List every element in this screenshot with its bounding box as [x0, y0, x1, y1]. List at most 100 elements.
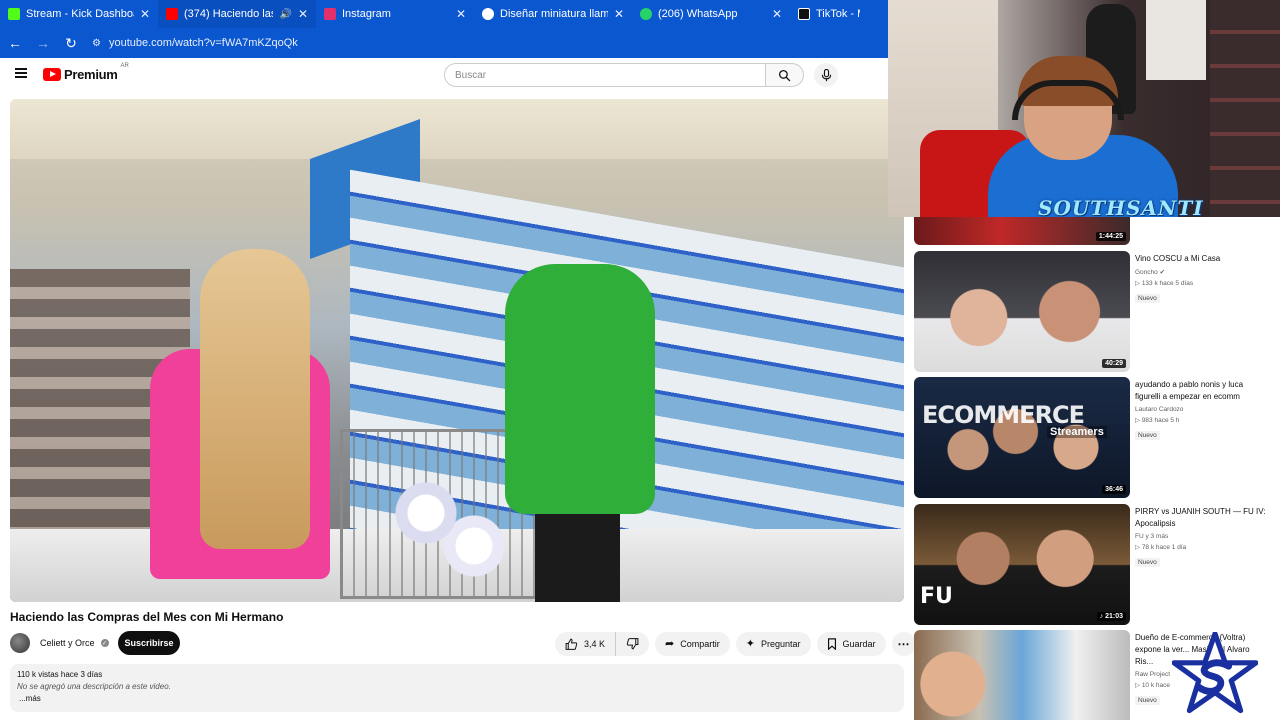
share-label: Compartir: [680, 639, 720, 649]
like-count: 3,4 K: [584, 639, 606, 649]
recommendation-item[interactable]: ECOMMERCE Streamers 36:46 ayudando a pab…: [914, 377, 1274, 498]
search-bar: Buscar: [444, 63, 804, 87]
save-button[interactable]: Guardar: [816, 632, 886, 656]
back-icon[interactable]: ←: [8, 35, 22, 51]
video-scene: [505, 264, 655, 514]
description-text: No se agregó una descripción a este vide…: [17, 682, 171, 691]
bookmark-icon: [827, 638, 836, 650]
recommendation-thumbnail[interactable]: FU ♪ 21:03: [914, 504, 1130, 625]
youtube-logo[interactable]: Premium AR: [43, 63, 129, 82]
show-more-link[interactable]: ...más: [19, 694, 897, 703]
playlist-icon: ▷: [1135, 544, 1142, 551]
description-box[interactable]: 110 k vistas hace 3 días No se agregó un…: [10, 664, 904, 712]
thumbnail-text: FU: [920, 584, 953, 609]
thumbs-down-icon: [626, 638, 639, 650]
tab-whatsapp[interactable]: (206) WhatsApp ✕: [632, 0, 790, 28]
tab-tiktok[interactable]: TikTok - Mak: [790, 0, 868, 28]
ask-button[interactable]: ✦ Preguntar: [735, 632, 811, 656]
sparkle-icon: ✦: [745, 637, 755, 650]
view-count: 110 k vistas hace 3 días: [17, 670, 103, 679]
recommendation-thumbnail[interactable]: 1:44:25: [914, 217, 1130, 245]
video-scene: [10, 99, 904, 159]
share-icon: ➦: [665, 637, 675, 650]
recommendation-item[interactable]: 40:29 Vino COSCU a Mi Casa Goncho ✔ ▷ 13…: [914, 251, 1274, 372]
save-label: Guardar: [842, 639, 876, 649]
recommendation-item[interactable]: FU ♪ 21:03 PIRRY vs JUANIH SOUTH — FU IV…: [914, 504, 1274, 625]
close-icon[interactable]: ✕: [772, 7, 782, 21]
more-icon: ⋯: [897, 637, 910, 651]
video-duration: 40:29: [1102, 359, 1126, 368]
video-scene: [200, 249, 310, 549]
speaker-icon[interactable]: 🔊: [279, 9, 291, 20]
tab-label: (206) WhatsApp: [658, 8, 738, 20]
share-button[interactable]: ➦ Compartir: [655, 632, 730, 656]
thumbs-up-icon: [565, 638, 578, 650]
voice-search-button[interactable]: [814, 63, 838, 87]
dislike-button[interactable]: [616, 632, 649, 656]
verified-icon: ✔: [1159, 269, 1166, 276]
channel-name[interactable]: Celiett y Orce: [40, 638, 95, 648]
logo-text: Premium: [64, 67, 118, 82]
address-bar: ← → ↻ ⚙ youtube.com/watch?v=fWA7mKZqoQk: [0, 28, 888, 58]
recommendation-info: Vino COSCU a Mi Casa Goncho ✔ ▷ 133 k ha…: [1135, 253, 1270, 305]
verified-icon: ✓: [100, 639, 109, 647]
close-icon[interactable]: ✕: [298, 7, 308, 21]
recommendation-stats: ▷ 78 k hace 1 día: [1135, 543, 1270, 551]
close-icon[interactable]: ✕: [140, 7, 150, 21]
tab-kick[interactable]: Stream - Kick Dashboard ✕: [0, 0, 158, 28]
video-actions: 3,4 K ➦ Compartir ✦ Preguntar Guardar ⋯: [555, 632, 916, 656]
menu-icon[interactable]: [15, 68, 27, 78]
recommendation-title[interactable]: Vino COSCU a Mi Casa: [1135, 253, 1270, 265]
tab-instagram[interactable]: Instagram ✕: [316, 0, 474, 28]
url-field[interactable]: ⚙ youtube.com/watch?v=fWA7mKZqoQk: [92, 37, 298, 49]
channel-name[interactable]: Goncho: [1135, 269, 1158, 276]
recommendation-title[interactable]: ayudando a pablo nonis y luca figurelli …: [1135, 379, 1270, 403]
recommendation-thumbnail[interactable]: 40:29: [914, 251, 1130, 372]
kick-icon: [8, 8, 20, 20]
stats-text: 10 k hace: [1141, 682, 1170, 689]
microphone-icon: [821, 68, 831, 81]
playlist-icon: ▷: [1135, 682, 1142, 689]
recommendation-info: ayudando a pablo nonis y luca figurelli …: [1135, 379, 1270, 442]
reload-icon[interactable]: ↻: [64, 35, 78, 52]
recommendation-info: PIRRY vs JUANIH SOUTH — FU IV: Apocalips…: [1135, 506, 1270, 569]
recommendation-channel[interactable]: Lautaro Cardozo: [1135, 406, 1270, 413]
whatsapp-icon: [640, 8, 652, 20]
chatgpt-icon: [482, 8, 494, 20]
stats-text: 78 k hace 1 día: [1141, 544, 1187, 551]
recommendation-stats: ▷ 983 hace 5 h: [1135, 416, 1270, 424]
more-actions-button[interactable]: ⋯: [891, 632, 916, 656]
youtube-play-icon: [43, 68, 61, 81]
new-badge: Nuevo: [1135, 294, 1160, 303]
recommendation-title[interactable]: PIRRY vs JUANIH SOUTH — FU IV: Apocalips…: [1135, 506, 1270, 530]
youtube-header: Premium AR Buscar: [0, 58, 888, 94]
tab-chatgpt[interactable]: Diseñar miniatura llamativa ✕: [474, 0, 632, 28]
search-icon: [778, 69, 791, 81]
streamer-star-logo: [1172, 632, 1258, 714]
close-icon[interactable]: ✕: [614, 7, 624, 21]
video-scene: [390, 469, 510, 579]
webcam-overlay: SOUTHSANTI: [888, 0, 1280, 217]
subscribe-button[interactable]: Suscribirse: [118, 631, 180, 655]
recommendation-channel: Goncho ✔: [1135, 268, 1270, 276]
video-duration: 1:44:25: [1095, 232, 1126, 241]
site-info-icon[interactable]: ⚙: [92, 38, 101, 49]
video-player[interactable]: [10, 99, 904, 602]
playlist-icon: ▷: [1135, 417, 1142, 424]
tiktok-icon: [798, 8, 810, 20]
url-text: youtube.com/watch?v=fWA7mKZqoQk: [108, 37, 298, 49]
search-button[interactable]: [766, 63, 804, 87]
ask-label: Preguntar: [760, 639, 801, 649]
close-icon[interactable]: ✕: [456, 7, 466, 21]
like-button[interactable]: 3,4 K: [555, 632, 617, 656]
channel-avatar[interactable]: [10, 633, 30, 653]
youtube-icon: [166, 8, 178, 20]
video-scene: [535, 499, 620, 602]
tab-youtube[interactable]: (374) Haciendo las Compra 🔊 ✕: [158, 0, 316, 28]
region-code: AR: [120, 63, 129, 69]
recommendation-channel[interactable]: FU y 3 más: [1135, 533, 1270, 540]
recommendation-thumbnail[interactable]: [914, 630, 1130, 720]
forward-icon[interactable]: →: [36, 35, 50, 51]
search-input[interactable]: Buscar: [444, 63, 766, 87]
recommendation-thumbnail[interactable]: ECOMMERCE Streamers 36:46: [914, 377, 1130, 498]
